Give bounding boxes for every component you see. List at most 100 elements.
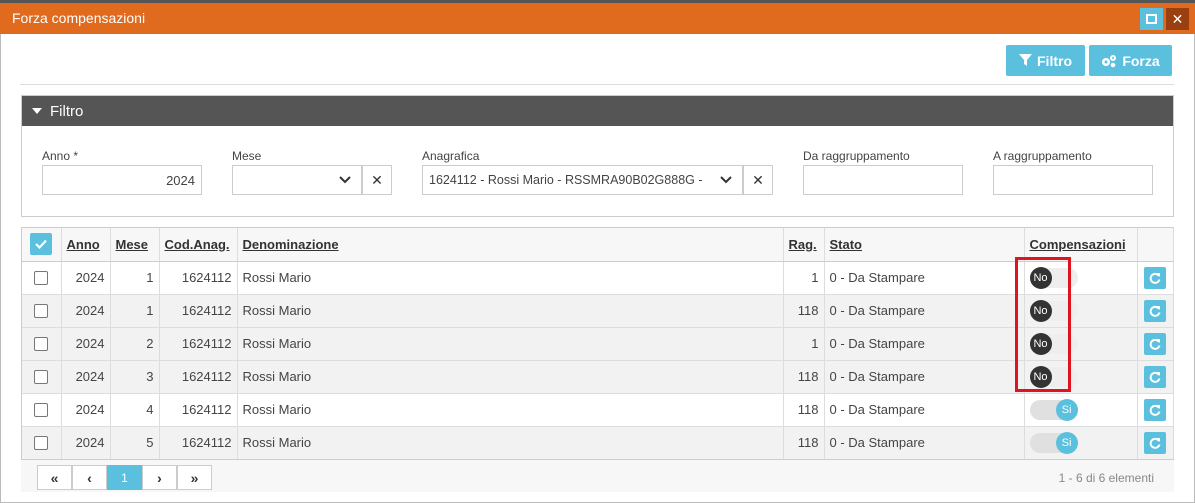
check-icon <box>35 240 48 250</box>
anno-input[interactable]: 2024 <box>42 165 202 195</box>
col-header-cod-anag[interactable]: Cod.Anag. <box>159 228 238 262</box>
refresh-icon <box>1149 272 1161 284</box>
cell-compensazioni: Si <box>1024 393 1138 427</box>
row-select-cell[interactable] <box>22 360 62 394</box>
toggle-knob: No <box>1029 266 1052 289</box>
toggle-knob: No <box>1029 365 1052 388</box>
clear-icon: ✕ <box>752 171 764 188</box>
compensazioni-table: Anno Mese Cod.Anag. Denominazione Rag. S… <box>22 228 1174 460</box>
forza-button[interactable]: Forza <box>1089 45 1172 76</box>
anagrafica-value: 1624112 - Rossi Mario - RSSMRA90B02G888G… <box>429 173 703 187</box>
cell-cod-anag: 1624112 <box>159 360 238 394</box>
row-select-cell[interactable] <box>22 426 62 460</box>
anno-label: Anno * <box>42 149 79 163</box>
compensazioni-toggle[interactable]: No <box>1029 266 1078 289</box>
prev-page-button[interactable]: ‹ <box>72 465 107 490</box>
cell-denominazione: Rossi Mario <box>237 426 784 460</box>
cell-anno: 2024 <box>61 426 111 460</box>
a-raggruppamento-input[interactable] <box>993 165 1153 195</box>
clear-icon: ✕ <box>371 171 383 188</box>
toolbar-divider <box>20 84 1174 85</box>
cell-denominazione: Rossi Mario <box>237 393 784 427</box>
page-1-button[interactable]: 1 <box>107 465 142 490</box>
close-button[interactable]: ✕ <box>1166 8 1189 30</box>
cell-compensazioni: No <box>1024 360 1138 394</box>
cell-actions <box>1137 294 1174 328</box>
pager-info: 1 - 6 di 6 elementi <box>1058 471 1154 485</box>
row-checkbox[interactable] <box>34 403 49 418</box>
cell-anno: 2024 <box>61 327 111 361</box>
compensazioni-toggle[interactable]: Si <box>1029 431 1078 454</box>
cell-mese: 1 <box>110 294 160 328</box>
cell-denominazione: Rossi Mario <box>237 360 784 394</box>
filtro-button-label: Filtro <box>1037 52 1072 69</box>
col-header-compensazioni[interactable]: Compensazioni <box>1024 228 1138 262</box>
cell-cod-anag: 1624112 <box>159 327 238 361</box>
cell-rag: 118 <box>783 393 825 427</box>
refresh-button[interactable] <box>1144 431 1166 454</box>
compensazioni-toggle[interactable]: Si <box>1029 398 1078 421</box>
col-header-mese-label: Mese <box>115 236 149 252</box>
table-row[interactable]: 2024 4 1624112 Rossi Mario 118 0 - Da St… <box>22 393 1174 427</box>
row-select-cell[interactable] <box>22 294 62 328</box>
anagrafica-label: Anagrafica <box>422 149 480 163</box>
anagrafica-select[interactable]: 1624112 - Rossi Mario - RSSMRA90B02G888G… <box>422 165 743 195</box>
mese-clear-button[interactable]: ✕ <box>362 165 392 195</box>
col-header-anno-label: Anno <box>66 236 100 252</box>
refresh-icon <box>1149 437 1161 449</box>
table-row[interactable]: 2024 1 1624112 Rossi Mario 118 0 - Da St… <box>22 294 1174 328</box>
table-row[interactable]: 2024 3 1624112 Rossi Mario 118 0 - Da St… <box>22 360 1174 394</box>
da-raggruppamento-input[interactable] <box>803 165 963 195</box>
refresh-button[interactable] <box>1144 398 1166 421</box>
cell-cod-anag: 1624112 <box>159 261 238 295</box>
col-header-denominazione[interactable]: Denominazione <box>237 228 784 262</box>
select-all-checkbox[interactable] <box>30 233 53 256</box>
cell-compensazioni: No <box>1024 261 1138 295</box>
cell-rag: 118 <box>783 294 825 328</box>
row-checkbox[interactable] <box>34 271 49 286</box>
table-row[interactable]: 2024 1 1624112 Rossi Mario 1 0 - Da Stam… <box>22 261 1174 295</box>
gears-icon <box>1102 54 1117 67</box>
cell-stato: 0 - Da Stampare <box>824 393 1025 427</box>
refresh-icon <box>1149 338 1161 350</box>
col-header-rag[interactable]: Rag. <box>783 228 825 262</box>
refresh-icon <box>1149 305 1161 317</box>
filter-panel-header[interactable]: Filtro <box>22 96 1173 126</box>
cell-denominazione: Rossi Mario <box>237 261 784 295</box>
row-checkbox[interactable] <box>34 304 49 319</box>
row-select-cell[interactable] <box>22 261 62 295</box>
compensazioni-toggle[interactable]: No <box>1029 365 1078 388</box>
compensazioni-grid: Anno Mese Cod.Anag. Denominazione Rag. S… <box>21 227 1174 492</box>
refresh-icon <box>1149 371 1161 383</box>
col-header-stato[interactable]: Stato <box>824 228 1025 262</box>
col-header-mese[interactable]: Mese <box>110 228 160 262</box>
col-header-rag-label: Rag. <box>788 236 817 252</box>
compensazioni-toggle[interactable]: No <box>1029 299 1078 322</box>
filtro-button[interactable]: Filtro <box>1006 45 1085 76</box>
compensazioni-toggle[interactable]: No <box>1029 332 1078 355</box>
last-page-button[interactable]: » <box>177 465 212 490</box>
refresh-button[interactable] <box>1144 332 1166 355</box>
next-page-button[interactable]: › <box>142 465 177 490</box>
row-checkbox[interactable] <box>34 436 49 451</box>
refresh-button[interactable] <box>1144 299 1166 322</box>
first-page-button[interactable]: « <box>37 465 72 490</box>
refresh-button[interactable] <box>1144 365 1166 388</box>
row-checkbox[interactable] <box>34 337 49 352</box>
mese-select[interactable] <box>232 165 362 195</box>
row-select-cell[interactable] <box>22 327 62 361</box>
cell-stato: 0 - Da Stampare <box>824 294 1025 328</box>
table-row[interactable]: 2024 2 1624112 Rossi Mario 1 0 - Da Stam… <box>22 327 1174 361</box>
row-checkbox[interactable] <box>34 370 49 385</box>
cell-compensazioni: No <box>1024 294 1138 328</box>
row-select-cell[interactable] <box>22 393 62 427</box>
maximize-button[interactable] <box>1140 8 1163 30</box>
col-header-stato-label: Stato <box>829 236 863 252</box>
select-all-header[interactable] <box>22 228 62 262</box>
filter-icon <box>1019 54 1032 66</box>
refresh-button[interactable] <box>1144 266 1166 289</box>
cell-cod-anag: 1624112 <box>159 393 238 427</box>
anagrafica-clear-button[interactable]: ✕ <box>743 165 773 195</box>
table-row[interactable]: 2024 5 1624112 Rossi Mario 118 0 - Da St… <box>22 426 1174 460</box>
col-header-anno[interactable]: Anno <box>61 228 111 262</box>
